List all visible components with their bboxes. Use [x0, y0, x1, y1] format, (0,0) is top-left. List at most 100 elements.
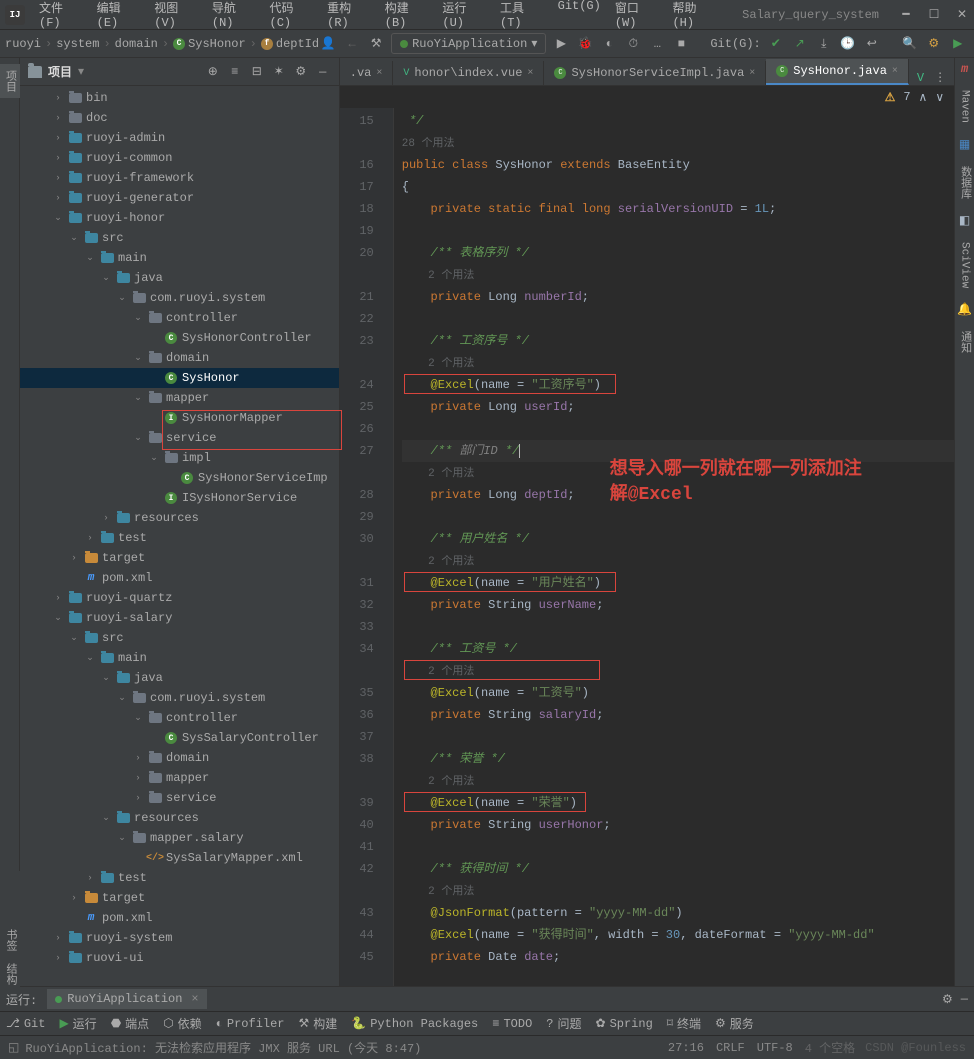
editor-tab[interactable]: CSysHonor.java×: [766, 59, 909, 85]
tree-row[interactable]: ⌄main: [20, 248, 339, 268]
tree-row[interactable]: ›ruoyi-framework: [20, 168, 339, 188]
tree-row[interactable]: CSysHonorServiceImp: [20, 468, 339, 488]
toolwin-tab[interactable]: ⎇Git: [6, 1016, 45, 1031]
menu-item[interactable]: 导航(N): [206, 0, 262, 34]
tree-row[interactable]: </>SysSalaryMapper.xml: [20, 848, 339, 868]
toolwin-tab[interactable]: ⚒构建: [299, 1015, 338, 1032]
profile-icon[interactable]: ⏱: [624, 35, 642, 53]
tree-row[interactable]: ⌄controller: [20, 308, 339, 328]
coverage-icon[interactable]: ◐: [600, 35, 618, 53]
breadcrumb-item[interactable]: system: [56, 37, 99, 51]
encoding[interactable]: UTF-8: [757, 1041, 793, 1055]
tree-row[interactable]: CSysSalaryController: [20, 728, 339, 748]
toolwin-tab[interactable]: ▶运行: [59, 1015, 96, 1032]
left-tab-structure[interactable]: 结构: [0, 957, 20, 991]
toolwin-tab[interactable]: 🐍Python Packages: [351, 1016, 478, 1031]
menu-item[interactable]: Git(G): [552, 0, 607, 34]
warning-count[interactable]: 7: [903, 90, 910, 104]
breadcrumb-item[interactable]: fdeptId: [261, 37, 319, 51]
git-update-icon[interactable]: ⤓: [815, 35, 833, 53]
close-tab-icon[interactable]: ×: [376, 68, 382, 79]
sciview-icon[interactable]: ◧: [959, 213, 970, 228]
close-tab-icon[interactable]: ×: [527, 68, 533, 79]
breadcrumb-item[interactable]: ruoyi: [5, 37, 41, 51]
tree-row[interactable]: ›bin: [20, 88, 339, 108]
tree-row[interactable]: mpom.xml: [20, 908, 339, 928]
toolwin-tab[interactable]: ⬡依赖: [163, 1015, 202, 1032]
toolwin-tab[interactable]: ?问题: [546, 1015, 581, 1032]
tree-row[interactable]: ⌄com.ruoyi.system: [20, 288, 339, 308]
tree-row[interactable]: ⌄controller: [20, 708, 339, 728]
gear-icon[interactable]: ⚙: [293, 64, 309, 79]
menu-item[interactable]: 运行(U): [436, 0, 492, 34]
tree-row[interactable]: ›ruoyi-admin: [20, 128, 339, 148]
tree-row[interactable]: ⌄resources: [20, 808, 339, 828]
expand-icon[interactable]: ≡: [227, 65, 243, 79]
minimize-icon[interactable]: ━: [899, 7, 913, 22]
stop-icon[interactable]: ■: [672, 35, 690, 53]
back-icon[interactable]: ←: [343, 35, 361, 53]
fold-gutter[interactable]: [382, 108, 394, 986]
menu-item[interactable]: 文件(F): [33, 0, 89, 34]
next-icon[interactable]: ∨: [935, 90, 944, 105]
caret-position[interactable]: 27:16: [668, 1041, 704, 1055]
tree-row[interactable]: CSysHonorController: [20, 328, 339, 348]
vue-icon[interactable]: V: [917, 71, 924, 85]
breadcrumb-item[interactable]: domain: [115, 37, 158, 51]
git-commit-icon[interactable]: ✔: [767, 35, 785, 53]
git-push-icon[interactable]: ↗: [791, 35, 809, 53]
hide-icon[interactable]: —: [961, 992, 968, 1006]
git-history-icon[interactable]: 🕒: [839, 35, 857, 53]
run-icon[interactable]: ▶: [552, 35, 570, 53]
tree-row[interactable]: ›domain: [20, 748, 339, 768]
right-tab-maven[interactable]: Maven: [958, 86, 972, 127]
settings-icon[interactable]: ⚙: [925, 35, 943, 53]
tree-row[interactable]: ⌄mapper: [20, 388, 339, 408]
more-icon[interactable]: ⋮: [934, 70, 946, 85]
tree-row[interactable]: ⌄java: [20, 268, 339, 288]
hide-icon[interactable]: —: [315, 65, 331, 79]
tree-row[interactable]: ⌄main: [20, 648, 339, 668]
tree-row[interactable]: ›test: [20, 528, 339, 548]
menu-item[interactable]: 构建(B): [379, 0, 435, 34]
code-content[interactable]: */28 个用法public class SysHonor extends Ba…: [394, 108, 954, 986]
close-icon[interactable]: ✕: [955, 7, 969, 22]
left-tab-project[interactable]: 项目: [0, 64, 20, 98]
settings-icon[interactable]: ✶: [271, 64, 287, 79]
tree-row[interactable]: ⌄impl: [20, 448, 339, 468]
tree-row[interactable]: ›target: [20, 888, 339, 908]
notifications-icon[interactable]: 🔔: [957, 302, 972, 317]
debug-icon[interactable]: 🐞: [576, 35, 594, 53]
close-tab-icon[interactable]: ×: [892, 66, 898, 77]
tree-row[interactable]: ›resources: [20, 508, 339, 528]
menu-item[interactable]: 重构(R): [321, 0, 377, 34]
tree-row[interactable]: ›doc: [20, 108, 339, 128]
run-config-selector[interactable]: RuoYiApplication▾: [391, 33, 546, 54]
tree-row[interactable]: IISysHonorService: [20, 488, 339, 508]
tree-row[interactable]: ›ruoyi-system: [20, 928, 339, 948]
left-tab-bookmarks[interactable]: 书签: [0, 923, 20, 957]
tree-row[interactable]: ⌄ruoyi-salary: [20, 608, 339, 628]
line-ending[interactable]: CRLF: [716, 1041, 745, 1055]
tree-row[interactable]: ⌄src: [20, 228, 339, 248]
locate-icon[interactable]: ⊕: [205, 64, 221, 79]
gear-icon[interactable]: ⚙: [942, 992, 953, 1007]
run-tab[interactable]: RuoYiApplication×: [47, 989, 206, 1009]
tree-row[interactable]: ⌄src: [20, 628, 339, 648]
tree-row[interactable]: ›ruoyi-common: [20, 148, 339, 168]
warning-icon[interactable]: ⚠: [885, 90, 896, 105]
attach-icon[interactable]: …: [648, 35, 666, 53]
tree-row[interactable]: ISysHonorMapper: [20, 408, 339, 428]
git-rollback-icon[interactable]: ↩: [863, 35, 881, 53]
users-icon[interactable]: 👤: [319, 35, 337, 53]
indent[interactable]: 4 个空格: [805, 1039, 855, 1056]
menu-item[interactable]: 代码(C): [264, 0, 320, 34]
toolwin-tab[interactable]: ⌑终端: [667, 1015, 701, 1032]
tree-row[interactable]: mpom.xml: [20, 568, 339, 588]
search-icon[interactable]: 🔍: [901, 35, 919, 53]
tree-row[interactable]: ⌄com.ruoyi.system: [20, 688, 339, 708]
collapse-icon[interactable]: ⊟: [249, 64, 265, 79]
menu-item[interactable]: 编辑(E): [91, 0, 147, 34]
menu-item[interactable]: 帮助(H): [666, 0, 722, 34]
run-anything-icon[interactable]: ▶: [949, 35, 967, 53]
